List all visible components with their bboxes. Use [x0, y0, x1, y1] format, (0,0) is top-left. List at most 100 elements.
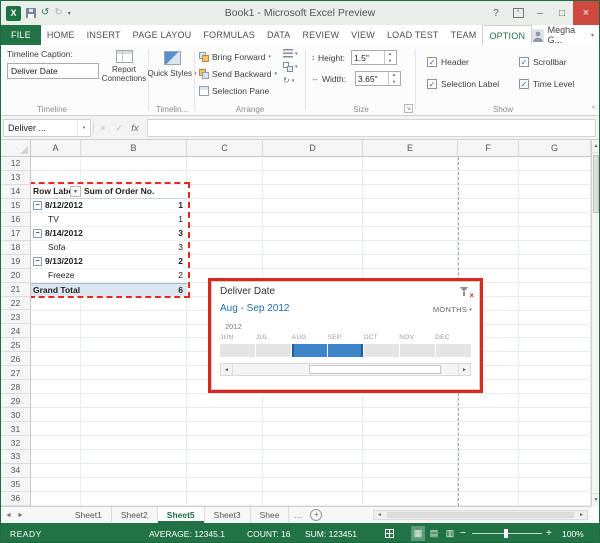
row-header-25[interactable]: 25: [1, 338, 31, 353]
size-dialog-launcher-icon[interactable]: ↘: [404, 104, 413, 113]
row-header-20[interactable]: 20: [1, 268, 31, 283]
row-header-15[interactable]: 15: [1, 198, 31, 213]
pivot-cell-value[interactable]: 6: [81, 285, 187, 295]
show-checkbox-selection-label[interactable]: ✓ Selection Label: [427, 73, 515, 95]
zoom-out-icon[interactable]: −: [460, 523, 466, 542]
collapse-icon[interactable]: −: [33, 256, 42, 266]
row-labels-filter-icon[interactable]: ▼: [70, 186, 81, 198]
vertical-scrollbar[interactable]: ▲ ▼: [591, 140, 599, 506]
scroll-left-icon[interactable]: ◄: [221, 364, 233, 375]
page-break-view-icon[interactable]: ▥: [443, 526, 457, 541]
vertical-scroll-thumb[interactable]: [593, 155, 599, 213]
cancel-icon[interactable]: ×: [95, 119, 111, 137]
report-connections-button[interactable]: Report Connections: [101, 47, 147, 101]
show-checkbox-time-level[interactable]: ✓ Time Level: [519, 73, 574, 95]
column-header-e[interactable]: E: [363, 140, 458, 157]
pivot-cell-value[interactable]: 3: [81, 242, 187, 252]
timeline-cell-jul[interactable]: [256, 344, 291, 357]
column-header-f[interactable]: F: [458, 140, 519, 157]
align-dropdown-button[interactable]: ▾: [283, 49, 298, 58]
row-header-13[interactable]: 13: [1, 170, 31, 185]
sheet-tab-sheet3[interactable]: Sheet3: [205, 507, 251, 523]
horizontal-scroll-thumb[interactable]: [387, 512, 574, 518]
restore-icon[interactable]: □: [551, 1, 573, 25]
fx-icon[interactable]: fx: [127, 119, 143, 137]
row-header-21[interactable]: 21: [1, 282, 31, 297]
row-header-32[interactable]: 32: [1, 436, 31, 451]
collapse-icon[interactable]: −: [33, 228, 42, 238]
height-spin-buttons[interactable]: ▲ ▼: [384, 51, 395, 64]
row-header-31[interactable]: 31: [1, 422, 31, 437]
width-spin-buttons[interactable]: ▲ ▼: [388, 72, 399, 85]
pivot-cell-value[interactable]: 1: [81, 214, 187, 224]
ribbon-tab-review[interactable]: REVIEW: [296, 25, 345, 45]
column-header-c[interactable]: C: [187, 140, 263, 157]
more-sheets-icon[interactable]: …: [289, 507, 306, 523]
scroll-down-icon[interactable]: ▼: [592, 493, 599, 506]
row-header-35[interactable]: 35: [1, 477, 31, 492]
rotate-dropdown-button[interactable]: ↻ ▾: [283, 76, 298, 86]
pivot-cell-value[interactable]: 3: [81, 228, 187, 238]
row-header-24[interactable]: 24: [1, 324, 31, 339]
timeline-scroll-thumb[interactable]: [309, 365, 441, 374]
clear-filter-icon[interactable]: ×: [459, 286, 474, 300]
ribbon-tab-file[interactable]: FILE: [1, 25, 41, 45]
ribbon-tab-team[interactable]: TEAM: [445, 25, 483, 45]
pivot-cell-label[interactable]: Grand Total: [31, 284, 81, 296]
close-icon[interactable]: ×: [573, 1, 599, 25]
zoom-in-icon[interactable]: +: [546, 523, 552, 542]
selection-pane-button[interactable]: Selection Pane: [199, 84, 269, 97]
ribbon-tab-data[interactable]: DATA: [261, 25, 296, 45]
pivot-cell-label[interactable]: Freeze: [31, 269, 81, 282]
spin-down-icon[interactable]: ▼: [389, 79, 399, 86]
column-header-g[interactable]: G: [519, 140, 591, 157]
help-icon[interactable]: ?: [485, 1, 507, 25]
timeline-period-dropdown[interactable]: MONTHS ▾: [433, 305, 472, 314]
send-backward-button[interactable]: Send Backward ▾: [199, 67, 277, 80]
row-header-34[interactable]: 34: [1, 463, 31, 478]
collapse-ribbon-icon[interactable]: ^: [592, 106, 595, 113]
sheet-tab-sheet5[interactable]: Sheet5: [157, 507, 205, 523]
redo-icon[interactable]: ↻: [54, 8, 62, 18]
bring-forward-button[interactable]: Bring Forward ▾: [199, 50, 271, 63]
width-stepper[interactable]: ▲▼: [355, 71, 401, 86]
pivot-cell-label[interactable]: −8/14/2012: [31, 227, 83, 240]
row-header-36[interactable]: 36: [1, 491, 31, 506]
column-header-d[interactable]: D: [263, 140, 363, 157]
scroll-left-icon[interactable]: ◄: [374, 511, 385, 519]
undo-icon[interactable]: ↺: [41, 8, 49, 18]
scroll-right-icon[interactable]: ►: [458, 364, 470, 375]
timeline-slicer[interactable]: Deliver Date × Aug - Sep 2012 MONTHS ▾ 2…: [208, 278, 483, 393]
row-header-30[interactable]: 30: [1, 408, 31, 423]
zoom-level[interactable]: 100%: [562, 523, 584, 542]
horizontal-scrollbar[interactable]: ◄ ►: [373, 510, 588, 520]
select-all-corner[interactable]: [1, 140, 31, 157]
formula-input[interactable]: [147, 119, 596, 137]
height-stepper[interactable]: ▲▼: [351, 50, 397, 65]
row-header-12[interactable]: 12: [1, 157, 31, 171]
scroll-right-icon[interactable]: ►: [576, 511, 587, 519]
minimize-icon[interactable]: –: [529, 1, 551, 25]
qat-dropdown-icon[interactable]: ▾: [68, 10, 71, 17]
pivot-cell-label[interactable]: −8/12/2012: [31, 199, 83, 212]
row-header-28[interactable]: 28: [1, 380, 31, 395]
show-checkbox-scrollbar[interactable]: ✓ Scrollbar: [519, 51, 574, 73]
pivot-cell-value[interactable]: 2: [81, 256, 187, 266]
pivot-cell-value[interactable]: 2: [81, 270, 187, 280]
timeline-caption-input[interactable]: [7, 63, 99, 79]
timeline-cell-nov[interactable]: [400, 344, 435, 357]
user-dropdown-icon[interactable]: ▾: [591, 32, 594, 39]
row-header-27[interactable]: 27: [1, 366, 31, 381]
ribbon-tab-insert[interactable]: INSERT: [81, 25, 127, 45]
enter-icon[interactable]: ✓: [111, 119, 127, 137]
timeline-scrollbar[interactable]: ◄ ►: [220, 363, 471, 376]
row-header-17[interactable]: 17: [1, 226, 31, 241]
row-header-23[interactable]: 23: [1, 310, 31, 325]
row-header-22[interactable]: 22: [1, 296, 31, 311]
save-icon[interactable]: [26, 8, 36, 18]
width-input[interactable]: [356, 72, 388, 85]
timeline-cell-aug[interactable]: [292, 344, 327, 357]
timeline-cell-dec[interactable]: [436, 344, 471, 357]
row-header-14[interactable]: 14: [1, 184, 31, 199]
user-account[interactable]: Megha G... ▾: [532, 25, 599, 45]
